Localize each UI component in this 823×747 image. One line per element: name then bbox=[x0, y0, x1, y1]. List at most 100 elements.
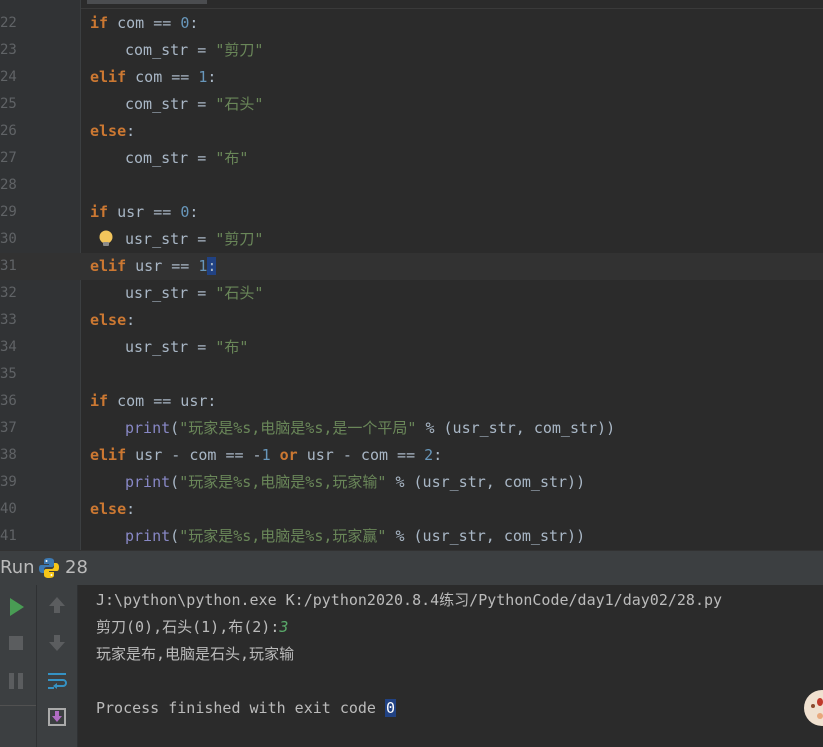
number-token: 0 bbox=[180, 203, 190, 221]
line-number: 37 bbox=[0, 420, 17, 436]
print-icon[interactable] bbox=[45, 705, 69, 729]
editor-divider bbox=[80, 8, 823, 9]
code-line[interactable]: 39 print("玩家是%s,电脑是%s,玩家输" % (usr_str, co… bbox=[0, 469, 823, 496]
code-line[interactable]: 33 else: bbox=[0, 307, 823, 334]
floating-assistant-avatar[interactable] bbox=[798, 680, 823, 726]
keyword-token: or bbox=[279, 446, 298, 464]
code-text: if com == 0: bbox=[90, 10, 198, 37]
keyword-token: elif bbox=[90, 446, 127, 464]
console-user-input: 3 bbox=[279, 618, 289, 636]
code-line[interactable]: 22 if com == 0: bbox=[0, 10, 823, 37]
string-token: "布" bbox=[215, 149, 249, 167]
code-text: com_str = "剪刀" bbox=[125, 37, 263, 64]
line-number: 33 bbox=[0, 312, 17, 328]
code-token: usr_str = bbox=[125, 284, 216, 302]
code-text: print("玩家是%s,电脑是%s,玩家输" % (usr_str, com_… bbox=[125, 469, 585, 496]
builtin-token: print bbox=[125, 473, 171, 491]
console-result-line: 玩家是布,电脑是石头,玩家输 bbox=[96, 645, 295, 663]
run-tool-window-header: Run 28 bbox=[0, 550, 823, 585]
code-line[interactable]: 28 bbox=[0, 172, 823, 199]
code-line[interactable]: 35 bbox=[0, 361, 823, 388]
string-token: "玩家是%s,电脑是%s,玩家输" bbox=[179, 473, 387, 491]
line-number: 27 bbox=[0, 150, 17, 166]
line-number: 22 bbox=[0, 15, 17, 31]
stop-icon[interactable] bbox=[4, 631, 28, 655]
line-number: 36 bbox=[0, 393, 17, 409]
code-token: ( bbox=[170, 419, 180, 437]
toolbar-separator bbox=[0, 705, 36, 706]
intention-bulb-icon[interactable] bbox=[96, 229, 116, 249]
line-number: 32 bbox=[0, 285, 17, 301]
code-token: usr_str = bbox=[125, 230, 216, 248]
string-token: "剪刀" bbox=[215, 41, 264, 59]
string-token: "布" bbox=[215, 338, 249, 356]
keyword-token: elif bbox=[90, 257, 127, 275]
code-line[interactable]: 41 print("玩家是%s,电脑是%s,玩家赢" % (usr_str, co… bbox=[0, 523, 823, 550]
code-line[interactable]: 30 usr_str = "剪刀" bbox=[0, 226, 823, 253]
run-icon[interactable] bbox=[4, 595, 28, 619]
code-line[interactable]: 26 else: bbox=[0, 118, 823, 145]
string-token: "石头" bbox=[215, 95, 264, 113]
code-line[interactable]: 29 if usr == 0: bbox=[0, 199, 823, 226]
keyword-token: if bbox=[90, 203, 109, 221]
run-config-name[interactable]: 28 bbox=[65, 551, 88, 585]
pause-icon[interactable] bbox=[4, 669, 28, 693]
code-text: com_str = "布" bbox=[125, 145, 248, 172]
code-line[interactable]: 24 elif com == 1: bbox=[0, 64, 823, 91]
code-editor[interactable]: 22 if com == 0: 23 com_str = "剪刀" 24 elif com… bbox=[0, 0, 823, 550]
console-exit-code: 0 bbox=[384, 699, 397, 717]
code-text: else: bbox=[90, 307, 135, 334]
code-token: : bbox=[126, 500, 136, 518]
editor-top-scroll-marker bbox=[87, 0, 207, 4]
code-line[interactable]: 32 usr_str = "石头" bbox=[0, 280, 823, 307]
down-arrow-icon[interactable] bbox=[45, 631, 69, 655]
code-token: com_str = bbox=[125, 95, 216, 113]
line-number: 40 bbox=[0, 501, 17, 517]
code-token: : bbox=[189, 203, 199, 221]
code-token: com == usr: bbox=[108, 392, 217, 410]
code-line[interactable]: 34 usr_str = "布" bbox=[0, 334, 823, 361]
line-number: 34 bbox=[0, 339, 17, 355]
code-token: usr - com == bbox=[297, 446, 425, 464]
keyword-token: elif bbox=[90, 68, 127, 86]
code-line[interactable]: 27 com_str = "布" bbox=[0, 145, 823, 172]
console-prompt-line: 剪刀(0),石头(1),布(2):3 bbox=[96, 614, 288, 641]
code-text: usr_str = "布" bbox=[125, 334, 248, 361]
up-arrow-icon[interactable] bbox=[45, 593, 69, 617]
run-toolbar-secondary bbox=[37, 585, 78, 747]
run-tab-label[interactable]: Run bbox=[0, 551, 35, 585]
code-text: usr_str = "石头" bbox=[125, 280, 263, 307]
keyword-token: else bbox=[90, 122, 127, 140]
code-token: ( bbox=[170, 527, 180, 545]
code-text: if com == usr: bbox=[90, 388, 216, 415]
code-token: com == bbox=[126, 68, 199, 86]
line-number: 30 bbox=[0, 231, 17, 247]
code-token: : bbox=[207, 68, 217, 86]
code-token: usr == bbox=[108, 203, 181, 221]
run-console-output[interactable]: J:\python\python.exe K:/python2020.8.4练习… bbox=[78, 585, 823, 747]
string-token: "石头" bbox=[215, 284, 264, 302]
code-token: : bbox=[433, 446, 443, 464]
code-line[interactable]: 23 com_str = "剪刀" bbox=[0, 37, 823, 64]
code-line[interactable]: 25 com_str = "石头" bbox=[0, 91, 823, 118]
code-line[interactable]: 38 elif usr - com == -1 or usr - com == 2… bbox=[0, 442, 823, 469]
code-line[interactable]: 36 if com == usr: bbox=[0, 388, 823, 415]
number-token: 2 bbox=[424, 446, 434, 464]
line-number: 31 bbox=[0, 258, 17, 274]
code-token: usr == bbox=[126, 257, 199, 275]
code-token: : bbox=[126, 311, 136, 329]
line-number: 24 bbox=[0, 69, 17, 85]
code-line[interactable]: 40 else: bbox=[0, 496, 823, 523]
soft-wrap-icon[interactable] bbox=[45, 669, 69, 693]
line-number: 23 bbox=[0, 42, 17, 58]
line-number: 35 bbox=[0, 366, 17, 382]
code-line[interactable]: 31 elif usr == 1: bbox=[0, 253, 823, 280]
line-number: 25 bbox=[0, 96, 17, 112]
keyword-token: if bbox=[90, 14, 109, 32]
number-token: 0 bbox=[180, 14, 190, 32]
code-line[interactable]: 37 print("玩家是%s,电脑是%s,是一个平局" % (usr_str, … bbox=[0, 415, 823, 442]
code-token: % (usr_str, com_str)) bbox=[386, 473, 586, 491]
code-token: : bbox=[126, 122, 136, 140]
code-text: else: bbox=[90, 118, 135, 145]
